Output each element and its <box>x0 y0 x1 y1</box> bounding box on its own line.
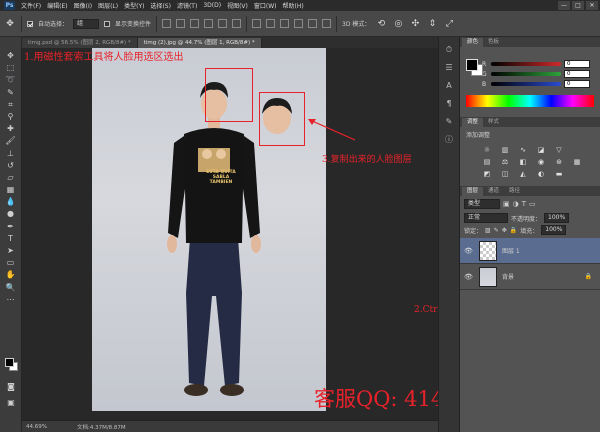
color-spectrum[interactable] <box>466 95 594 107</box>
tab-channels[interactable]: 通道 <box>483 187 504 196</box>
opacity-label: 不透明度： <box>511 215 542 223</box>
layer-thumbnail <box>479 240 497 261</box>
slider-b-track[interactable] <box>491 82 561 86</box>
history-icon[interactable]: ⏱ <box>443 45 455 55</box>
tab-color[interactable]: 颜色 <box>462 38 484 47</box>
visibility-eye-icon[interactable]: 👁 <box>464 247 474 255</box>
threshold-icon[interactable]: ◭ <box>518 170 528 178</box>
hue-saturation-icon[interactable]: ▤ <box>482 158 492 166</box>
brush-presets-icon[interactable]: ✎ <box>443 117 455 127</box>
blank <box>572 146 582 154</box>
layers-panel-tabs: 图层 通道 路径 <box>460 186 600 196</box>
photo-filter-icon[interactable]: ◉ <box>536 158 546 166</box>
right-panels: 颜色 色板 R 0 G 0 B 0 调整 样式 添加调整 ☼ ▥ ∿ ◪ ▽ ▤ <box>460 37 600 432</box>
color-panel-tabs: 颜色 色板 <box>460 37 600 47</box>
tab-swatches[interactable]: 色板 <box>483 38 504 47</box>
invert-icon[interactable]: ◩ <box>482 170 492 178</box>
gradient-map-icon[interactable]: ▬ <box>554 170 564 178</box>
slider-g-value[interactable]: 0 <box>564 70 590 78</box>
selective-color-icon[interactable]: ◐ <box>536 170 546 178</box>
layer-list: 👁 图层 1 👁 背景 🔒 <box>460 238 600 290</box>
layer-filter-dropdown[interactable]: 类型 <box>464 199 500 209</box>
layer-row-background[interactable]: 👁 背景 🔒 <box>460 264 600 290</box>
adjust-title: 添加调整 <box>466 132 491 139</box>
lock-pixels-icon[interactable]: ▨ <box>485 227 491 234</box>
lock-move-icon[interactable]: ✥ <box>502 227 507 234</box>
color-fg-swatch[interactable] <box>466 59 478 71</box>
color-lookup-icon[interactable]: ▦ <box>572 158 582 166</box>
posterize-icon[interactable]: ◫ <box>500 170 510 178</box>
paragraph-icon[interactable]: ¶ <box>443 99 455 109</box>
exposure-icon[interactable]: ◪ <box>536 146 546 154</box>
blend-row: 正常 不透明度： 100% <box>460 212 600 224</box>
opacity-input[interactable]: 100% <box>544 213 570 223</box>
blend-mode-dropdown[interactable]: 正常 <box>464 213 508 223</box>
slider-b-label: B <box>482 80 487 88</box>
layer-filter-row: 类型 ▣ ◑ T ▭ <box>460 196 600 212</box>
brightness-icon[interactable]: ☼ <box>482 146 492 154</box>
vibrance-icon[interactable]: ▽ <box>554 146 564 154</box>
adjust-panel-tabs: 调整 样式 <box>460 117 600 127</box>
channel-mixer-icon[interactable]: ⊛ <box>554 158 564 166</box>
color-balance-icon[interactable]: ⚖ <box>500 158 510 166</box>
filter-adjust-icon[interactable]: ◑ <box>513 200 519 208</box>
panel-dock-strip: ⏱ ☰ A ¶ ✎ ⓘ <box>438 37 460 432</box>
lock-paint-icon[interactable]: ✎ <box>494 227 499 234</box>
visibility-eye-icon[interactable]: 👁 <box>464 273 474 281</box>
lock-label: 锁定： <box>464 227 483 235</box>
document-size[interactable]: 文档:4.37M/8.87M <box>77 423 126 431</box>
lock-icon: 🔒 <box>584 273 592 280</box>
slider-g-track[interactable] <box>491 72 561 76</box>
properties-icon[interactable]: ☰ <box>443 63 455 73</box>
lock-all-icon[interactable]: 🔒 <box>510 227 517 234</box>
info-icon[interactable]: ⓘ <box>443 135 455 145</box>
layer-row-layer-1[interactable]: 👁 图层 1 <box>460 238 600 264</box>
filter-shape-icon[interactable]: ▭ <box>529 200 536 208</box>
character-icon[interactable]: A <box>443 81 455 91</box>
filter-pixel-icon[interactable]: ▣ <box>503 200 510 208</box>
arrow-to-copied-face <box>309 119 356 141</box>
zoom-level[interactable]: 44.69% <box>26 424 47 430</box>
lock-row: 锁定： ▨ ✎ ✥ 🔒 填充： 100% <box>460 224 600 236</box>
black-white-icon[interactable]: ◧ <box>518 158 528 166</box>
layer-name[interactable]: 图层 1 <box>502 246 520 255</box>
adjustment-icons: ☼ ▥ ∿ ◪ ▽ ▤ ⚖ ◧ ◉ ⊛ ▦ ◩ ◫ ◭ ◐ ▬ <box>460 142 600 182</box>
fill-input[interactable]: 100% <box>541 225 567 235</box>
slider-r-value[interactable]: 0 <box>564 60 590 68</box>
foreground-color-swatch[interactable] <box>5 358 14 367</box>
slider-b[interactable]: B 0 <box>460 79 600 89</box>
tab-adjustments[interactable]: 调整 <box>462 118 484 127</box>
tab-styles[interactable]: 样式 <box>483 118 504 127</box>
slider-r-track[interactable] <box>491 62 561 66</box>
levels-icon[interactable]: ▥ <box>500 146 510 154</box>
layer-thumbnail <box>479 266 497 287</box>
filter-type-icon[interactable]: T <box>522 200 526 208</box>
tab-layers[interactable]: 图层 <box>462 187 484 196</box>
tab-paths[interactable]: 路径 <box>504 187 525 196</box>
fill-label: 填充： <box>520 227 539 235</box>
slider-b-value[interactable]: 0 <box>564 80 590 88</box>
status-bar: 44.69% 文档:4.37M/8.87M <box>22 420 438 432</box>
curves-icon[interactable]: ∿ <box>518 146 528 154</box>
layer-name[interactable]: 背景 <box>502 272 514 281</box>
